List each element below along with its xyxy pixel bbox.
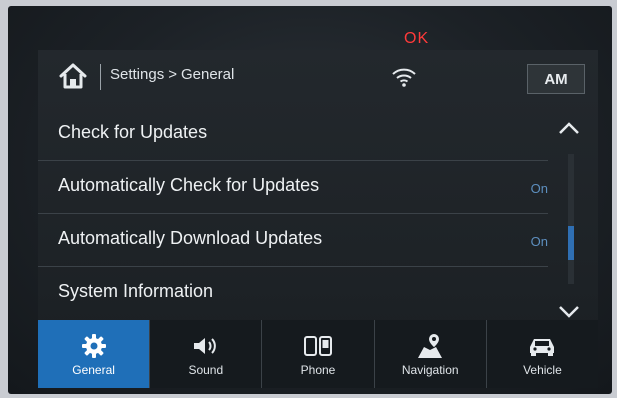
scrollbar[interactable]: [568, 154, 574, 284]
breadcrumb-parent[interactable]: Settings: [110, 66, 164, 83]
list-item-label: Automatically Check for Updates: [58, 175, 320, 195]
list-item-label: System Information: [58, 281, 214, 301]
tab-navigation[interactable]: Navigation: [373, 320, 486, 388]
settings-list: Check for Updates Automatically Check fo…: [38, 108, 548, 319]
car-icon: [530, 339, 555, 356]
breadcrumb-separator: >: [168, 66, 177, 83]
tab-label: General: [72, 363, 115, 377]
bottom-tab-bar: General Sound Phone Navigation Vehicle: [38, 320, 598, 388]
list-item-value: On: [530, 234, 548, 249]
list-item-label: Check for Updates: [58, 122, 208, 142]
tab-sound[interactable]: Sound: [149, 320, 261, 388]
list-item-system-information[interactable]: System Information: [38, 267, 548, 319]
list-item-auto-download-updates[interactable]: Automatically Download Updates On: [38, 214, 548, 267]
tab-label: Phone: [300, 363, 336, 377]
list-item-value: On: [530, 181, 548, 196]
header-divider: [100, 64, 101, 90]
tab-phone[interactable]: Phone: [261, 320, 373, 388]
gear-icon: [81, 334, 106, 358]
infotainment-screen: Settings > General AM Check for Updates Au…: [38, 50, 598, 388]
chevron-down-icon: [559, 306, 579, 318]
breadcrumb-current: General: [180, 66, 235, 83]
map-pin-icon: [418, 334, 443, 358]
tab-general[interactable]: General: [38, 320, 150, 388]
wifi-status: [386, 62, 422, 92]
am-button[interactable]: AM: [527, 64, 585, 94]
speaker-icon: [193, 338, 216, 354]
tab-label: Navigation: [401, 363, 459, 377]
phone-icon: [304, 336, 332, 356]
tab-vehicle[interactable]: Vehicle: [485, 320, 598, 388]
list-item-check-for-updates[interactable]: Check for Updates: [38, 108, 548, 161]
scroll-thumb[interactable]: [568, 226, 574, 260]
chevron-up-icon: [559, 122, 579, 134]
home-button[interactable]: [52, 58, 94, 94]
scroll-up-button[interactable]: [554, 114, 584, 142]
tab-label: Sound: [188, 363, 224, 377]
list-item-auto-check-updates[interactable]: Automatically Check for Updates On: [38, 161, 548, 214]
home-icon: [59, 63, 87, 89]
annotation-label: OK: [404, 30, 430, 47]
tab-label: Vehicle: [523, 363, 562, 377]
wifi-icon: [392, 68, 416, 87]
list-item-label: Automatically Download Updates: [58, 228, 323, 248]
breadcrumb: Settings > General: [110, 66, 234, 83]
